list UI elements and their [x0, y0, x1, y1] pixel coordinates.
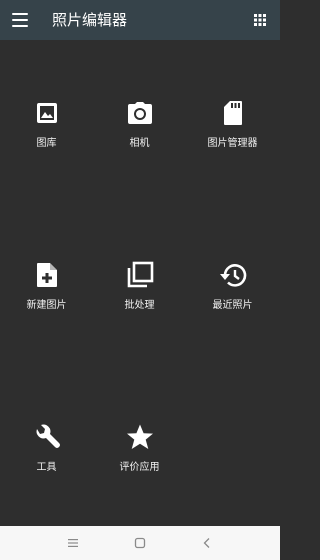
tile-recent-photos[interactable]: 最近照片: [186, 260, 279, 336]
new-file-icon: [32, 260, 62, 290]
app-bar: 照片编辑器: [0, 0, 280, 40]
tile-tools[interactable]: 工具: [0, 422, 93, 498]
camera-icon: [125, 98, 155, 128]
grid-apps-icon[interactable]: [254, 14, 266, 26]
tile-label: 相机: [129, 138, 150, 149]
main-menu-grid: 图库 相机 图片管理器 新建图片 批处理 最近照片 工具 评价应用: [0, 40, 280, 526]
nav-home-icon[interactable]: [128, 531, 152, 555]
nav-menu-icon[interactable]: [61, 531, 85, 555]
system-nav-bar: [0, 526, 280, 560]
tile-label: 最近照片: [212, 300, 253, 311]
history-icon: [218, 260, 248, 290]
tile-label: 评价应用: [119, 462, 160, 473]
tile-new-image[interactable]: 新建图片: [0, 260, 93, 336]
tile-label: 批处理: [124, 300, 155, 311]
hamburger-menu-icon[interactable]: [12, 12, 28, 28]
batch-copy-icon: [125, 260, 155, 290]
nav-back-icon[interactable]: [195, 531, 219, 555]
wrench-icon: [32, 422, 62, 452]
tile-label: 图片管理器: [207, 138, 258, 149]
tile-camera[interactable]: 相机: [93, 98, 186, 174]
tile-batch[interactable]: 批处理: [93, 260, 186, 336]
tile-label: 新建图片: [26, 300, 67, 311]
sd-card-icon: [218, 98, 248, 128]
tile-label: 工具: [36, 462, 57, 473]
tile-gallery[interactable]: 图库: [0, 98, 93, 174]
tile-image-manager[interactable]: 图片管理器: [186, 98, 279, 174]
gallery-image-icon: [32, 98, 62, 128]
tile-rate-app[interactable]: 评价应用: [93, 422, 186, 498]
star-icon: [125, 422, 155, 452]
tile-label: 图库: [36, 138, 57, 149]
app-title: 照片编辑器: [52, 11, 128, 29]
